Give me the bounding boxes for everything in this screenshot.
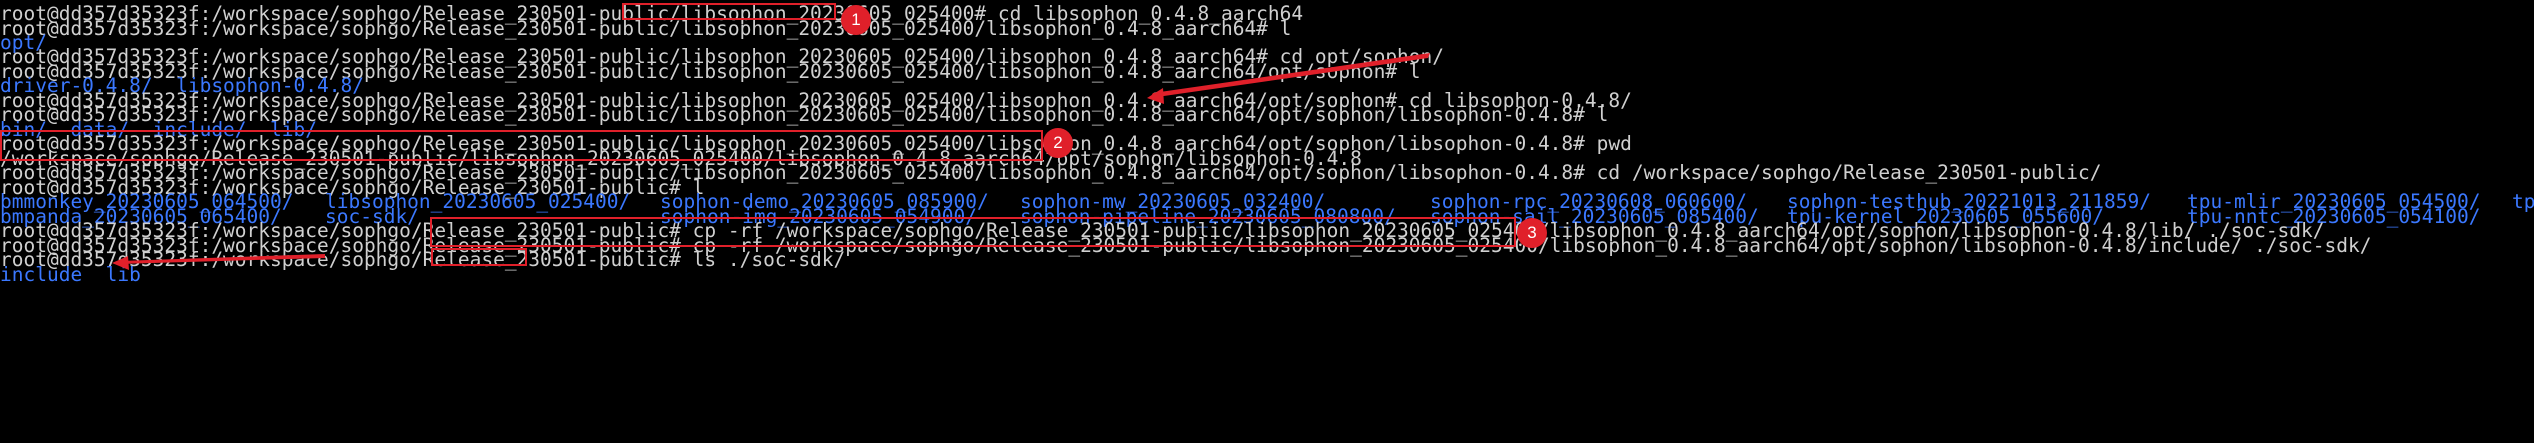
terminal-line: root@dd357d35323f:/workspace/sophgo/Rele…: [0, 17, 1292, 40]
annotation-badge-3: 3: [1517, 218, 1547, 248]
ls-entry: tp: [2512, 190, 2534, 213]
annotation-badge-1: 1: [841, 5, 871, 35]
terminal-window[interactable]: root@dd357d35323f:/workspace/sophgo/Rele…: [0, 0, 2534, 443]
annotation-badge-2: 2: [1043, 128, 1073, 158]
ls-output-line: include lib: [0, 263, 141, 286]
